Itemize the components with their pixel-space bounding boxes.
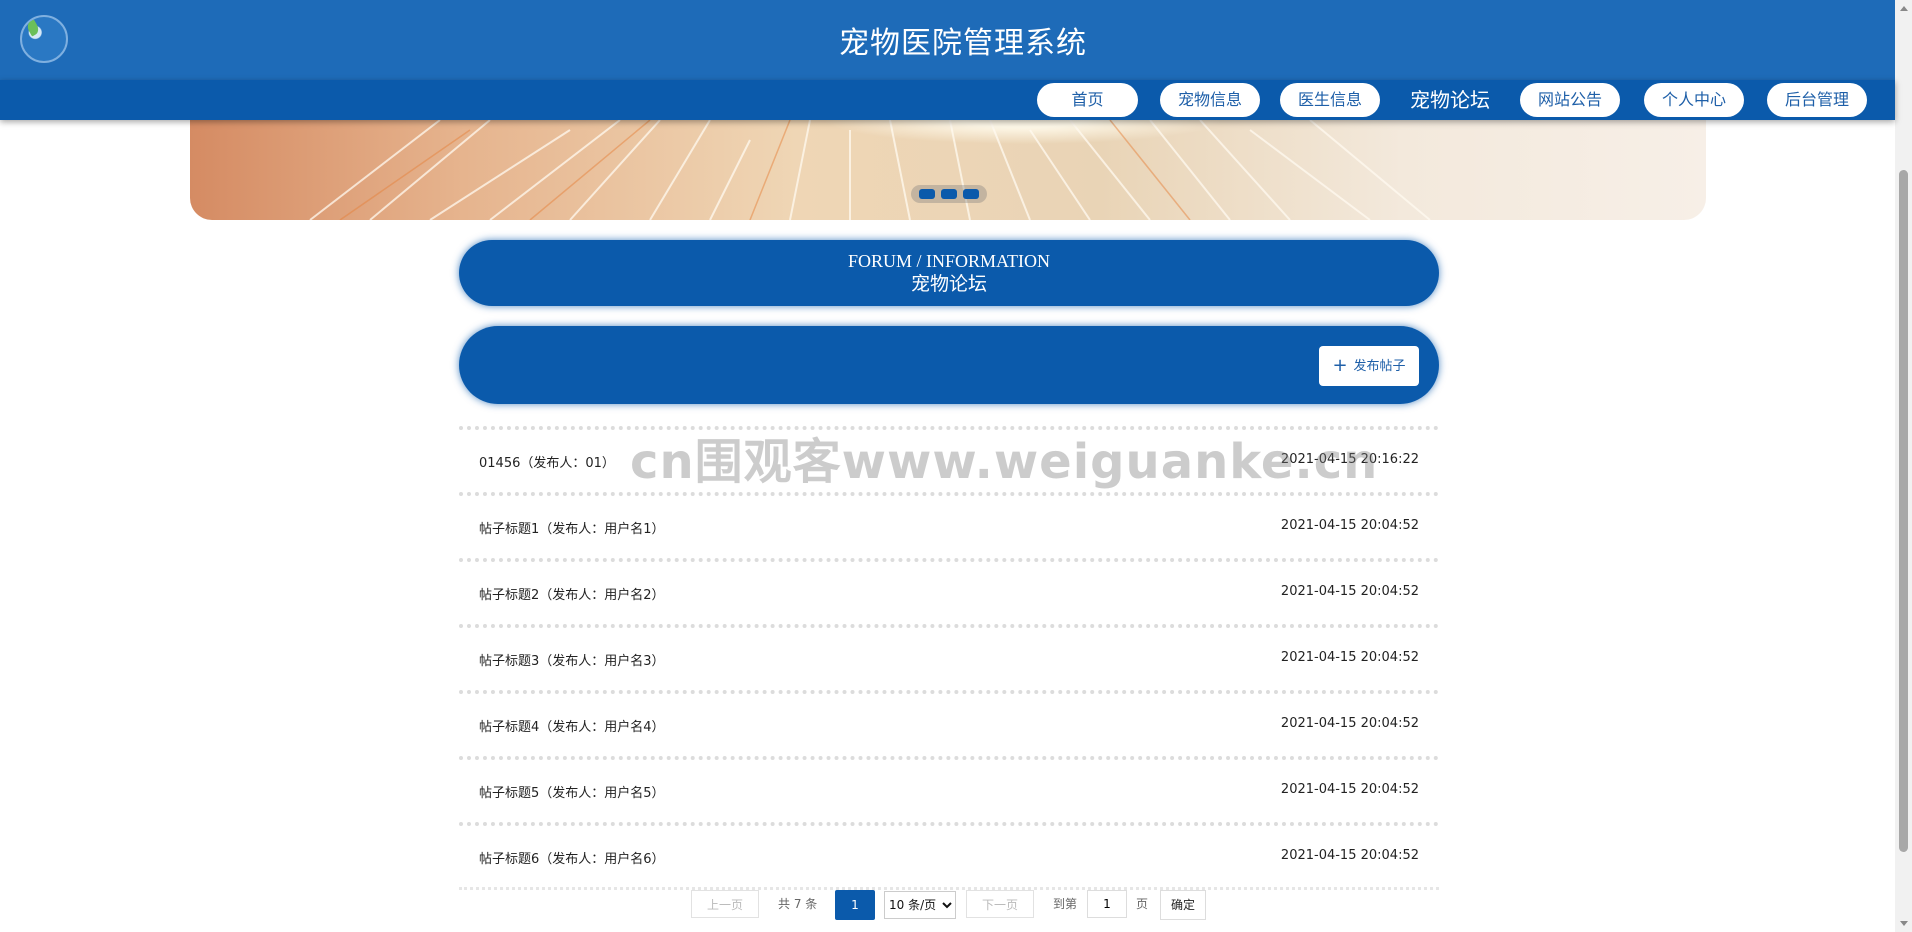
carousel-dot[interactable] <box>919 189 935 199</box>
post-row[interactable]: 帖子标题4（发布人：用户名4） 2021-04-15 20:04:52 <box>459 690 1439 756</box>
post-time: 2021-04-15 20:04:52 <box>1280 716 1419 731</box>
page-unit-label: 页 <box>1136 897 1149 911</box>
goto-label: 到第 <box>1053 897 1078 911</box>
post-title: 帖子标题4（发布人：用户名4） <box>479 720 665 735</box>
banner-image <box>309 120 1431 220</box>
nav-item-announcements[interactable]: 网站公告 <box>1520 83 1620 117</box>
carousel-dot[interactable] <box>941 189 957 199</box>
plus-icon: + <box>1332 355 1348 376</box>
post-list: 01456（发布人：01） 2021-04-15 20:16:22 帖子标题1（… <box>459 426 1439 890</box>
post-time: 2021-04-15 20:04:52 <box>1280 782 1419 797</box>
post-title: 帖子标题6（发布人：用户名6） <box>479 852 665 867</box>
goto-page-input[interactable] <box>1087 890 1127 918</box>
scrollbar[interactable] <box>1895 0 1912 932</box>
post-time: 2021-04-15 20:16:22 <box>1280 452 1419 467</box>
scroll-down-icon[interactable] <box>1900 921 1908 926</box>
post-row[interactable]: 01456（发布人：01） 2021-04-15 20:16:22 <box>459 426 1439 492</box>
site-title: 宠物医院管理系统 <box>839 26 1087 61</box>
scroll-thumb[interactable] <box>1899 170 1908 852</box>
post-title: 帖子标题3（发布人：用户名3） <box>479 654 665 669</box>
post-time: 2021-04-15 20:04:52 <box>1280 584 1419 599</box>
prev-page-button[interactable]: 上一页 <box>691 890 759 918</box>
nav-item-admin[interactable]: 后台管理 <box>1767 83 1867 117</box>
goto-confirm-button[interactable]: 确定 <box>1160 890 1206 920</box>
section-title: FORUM / INFORMATION 宠物论坛 <box>459 240 1439 306</box>
post-time: 2021-04-15 20:04:52 <box>1280 848 1419 863</box>
post-row[interactable]: 帖子标题5（发布人：用户名5） 2021-04-15 20:04:52 <box>459 756 1439 822</box>
post-title: 帖子标题2（发布人：用户名2） <box>479 588 665 603</box>
section-title-cn: 宠物论坛 <box>910 273 987 295</box>
post-time: 2021-04-15 20:04:52 <box>1280 650 1419 665</box>
nav-item-pet-info[interactable]: 宠物信息 <box>1160 83 1260 117</box>
post-row[interactable]: 帖子标题2（发布人：用户名2） 2021-04-15 20:04:52 <box>459 558 1439 624</box>
next-page-button[interactable]: 下一页 <box>966 890 1034 918</box>
current-page-button[interactable]: 1 <box>835 890 875 920</box>
pagination: 上一页 共 7 条 1 10 条/页 下一页 到第 页 确定 <box>0 890 1912 920</box>
post-title: 帖子标题5（发布人：用户名5） <box>479 786 665 801</box>
page-size-select[interactable]: 10 条/页 <box>884 891 956 919</box>
nav-item-personal-center[interactable]: 个人中心 <box>1644 83 1744 117</box>
total-count: 共 7 条 <box>778 897 818 911</box>
post-time: 2021-04-15 20:04:52 <box>1280 518 1419 533</box>
post-row[interactable]: 帖子标题3（发布人：用户名3） 2021-04-15 20:04:52 <box>459 624 1439 690</box>
publish-post-label: 发布帖子 <box>1353 359 1406 374</box>
action-bar: + 发布帖子 <box>459 326 1439 404</box>
post-row[interactable]: 帖子标题6（发布人：用户名6） 2021-04-15 20:04:52 <box>459 822 1439 890</box>
page: 宠物医院管理系统 首页 宠物信息 医生信息 宠物论坛 网站公告 个人中心 后台管… <box>0 0 1912 932</box>
nav-item-home[interactable]: 首页 <box>1037 83 1138 117</box>
post-title: 帖子标题1（发布人：用户名1） <box>479 522 665 537</box>
nav-item-doctor-info[interactable]: 医生信息 <box>1280 83 1380 117</box>
carousel-dot[interactable] <box>963 189 979 199</box>
section-title-en: FORUM / INFORMATION <box>847 251 1051 271</box>
publish-post-button[interactable]: + 发布帖子 <box>1319 346 1419 386</box>
banner-carousel[interactable] <box>190 120 1706 220</box>
nav-bar: 首页 宠物信息 医生信息 宠物论坛 网站公告 个人中心 后台管理 <box>0 80 1895 120</box>
header: 宠物医院管理系统 <box>0 0 1895 80</box>
scroll-up-icon[interactable] <box>1900 6 1908 11</box>
post-row[interactable]: 帖子标题1（发布人：用户名1） 2021-04-15 20:04:52 <box>459 492 1439 558</box>
carousel-indicators <box>911 185 987 203</box>
post-title: 01456（发布人：01） <box>479 456 615 471</box>
nav-item-pet-forum[interactable]: 宠物论坛 <box>1400 83 1500 117</box>
